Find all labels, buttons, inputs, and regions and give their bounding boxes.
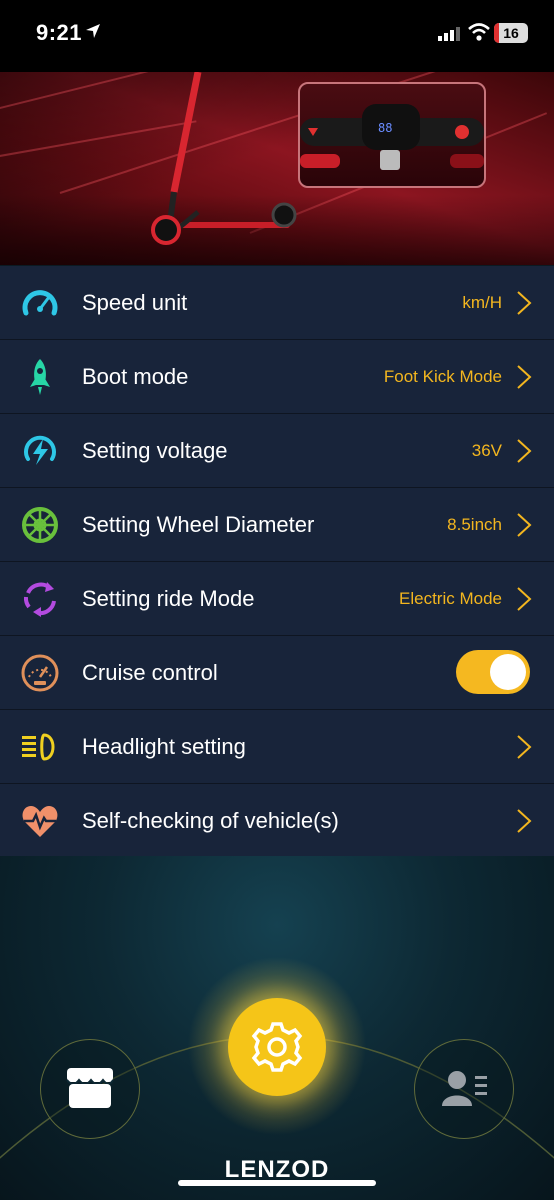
chevron-right-icon: [517, 439, 532, 463]
chevron-right-icon: [517, 809, 532, 833]
setting-value: Foot Kick Mode: [383, 367, 502, 386]
settings-button[interactable]: [228, 998, 326, 1096]
setting-row-boot-mode[interactable]: Boot mode Foot Kick Mode: [0, 340, 554, 414]
dashboard-gauge-icon: [21, 654, 59, 692]
scooter-illustration: [151, 72, 297, 245]
svg-text:88: 88: [378, 121, 392, 135]
user-profile-icon: [442, 1071, 487, 1106]
status-time: 9:21: [36, 20, 83, 45]
cruise-control-toggle[interactable]: [456, 650, 530, 694]
setting-row-headlight[interactable]: Headlight setting: [0, 710, 554, 784]
store-icon: [66, 1068, 114, 1108]
heartbeat-icon: [22, 806, 58, 837]
setting-row-wheel-diameter[interactable]: Setting Wheel Diameter 8.5inch: [0, 488, 554, 562]
headlight-icon: [22, 733, 55, 761]
chevron-right-icon: [517, 291, 532, 315]
setting-row-speed-unit[interactable]: Speed unit km/H: [0, 266, 554, 340]
chevron-right-icon: [517, 587, 532, 611]
setting-row-self-check[interactable]: Self-checking of vehicle(s): [0, 784, 554, 858]
scooter-banner-image: 88: [0, 72, 554, 265]
wifi-icon: [468, 23, 490, 41]
setting-row-ride-mode[interactable]: Setting ride Mode Electric Mode: [0, 562, 554, 636]
battery-level: 16: [503, 25, 519, 41]
wheel-icon: [22, 507, 58, 543]
voltage-icon: [24, 435, 56, 465]
status-bar: 9:21 16: [0, 0, 554, 72]
setting-label: Self-checking of vehicle(s): [82, 808, 339, 833]
setting-row-voltage[interactable]: Setting voltage 36V: [0, 414, 554, 488]
chevron-right-icon: [517, 365, 532, 389]
setting-label: Boot mode: [82, 364, 189, 389]
setting-value: km/H: [462, 293, 502, 312]
setting-value: 36V: [471, 441, 502, 460]
chevron-right-icon: [517, 513, 532, 537]
cycle-arrows-icon: [23, 582, 56, 617]
home-indicator[interactable]: [178, 1180, 376, 1186]
bottom-navigation: LENZOD: [0, 856, 554, 1200]
chevron-right-icon: [517, 735, 532, 759]
battery-indicator: 16: [494, 23, 528, 43]
setting-label: Setting voltage: [82, 438, 228, 463]
handlebar-display-inset: 88: [298, 82, 486, 188]
setting-label: Cruise control: [82, 660, 218, 685]
store-button[interactable]: [40, 1039, 140, 1139]
gear-icon: [251, 1022, 303, 1072]
setting-label: Setting Wheel Diameter: [82, 512, 315, 537]
rocket-icon: [30, 359, 50, 395]
cellular-signal-icon: [438, 27, 460, 41]
setting-value: Electric Mode: [399, 589, 502, 608]
setting-value: 8.5inch: [447, 515, 502, 534]
profile-button[interactable]: [414, 1039, 514, 1139]
setting-label: Headlight setting: [82, 734, 246, 759]
toggle-knob: [490, 654, 526, 690]
setting-row-cruise-control: Cruise control: [0, 636, 554, 710]
setting-label: Setting ride Mode: [82, 586, 255, 611]
settings-list: Speed unit km/H Boot mode Foot Kick Mode…: [0, 266, 554, 858]
location-arrow-icon: [86, 24, 100, 38]
speedometer-icon: [22, 290, 58, 316]
setting-label: Speed unit: [82, 290, 188, 315]
